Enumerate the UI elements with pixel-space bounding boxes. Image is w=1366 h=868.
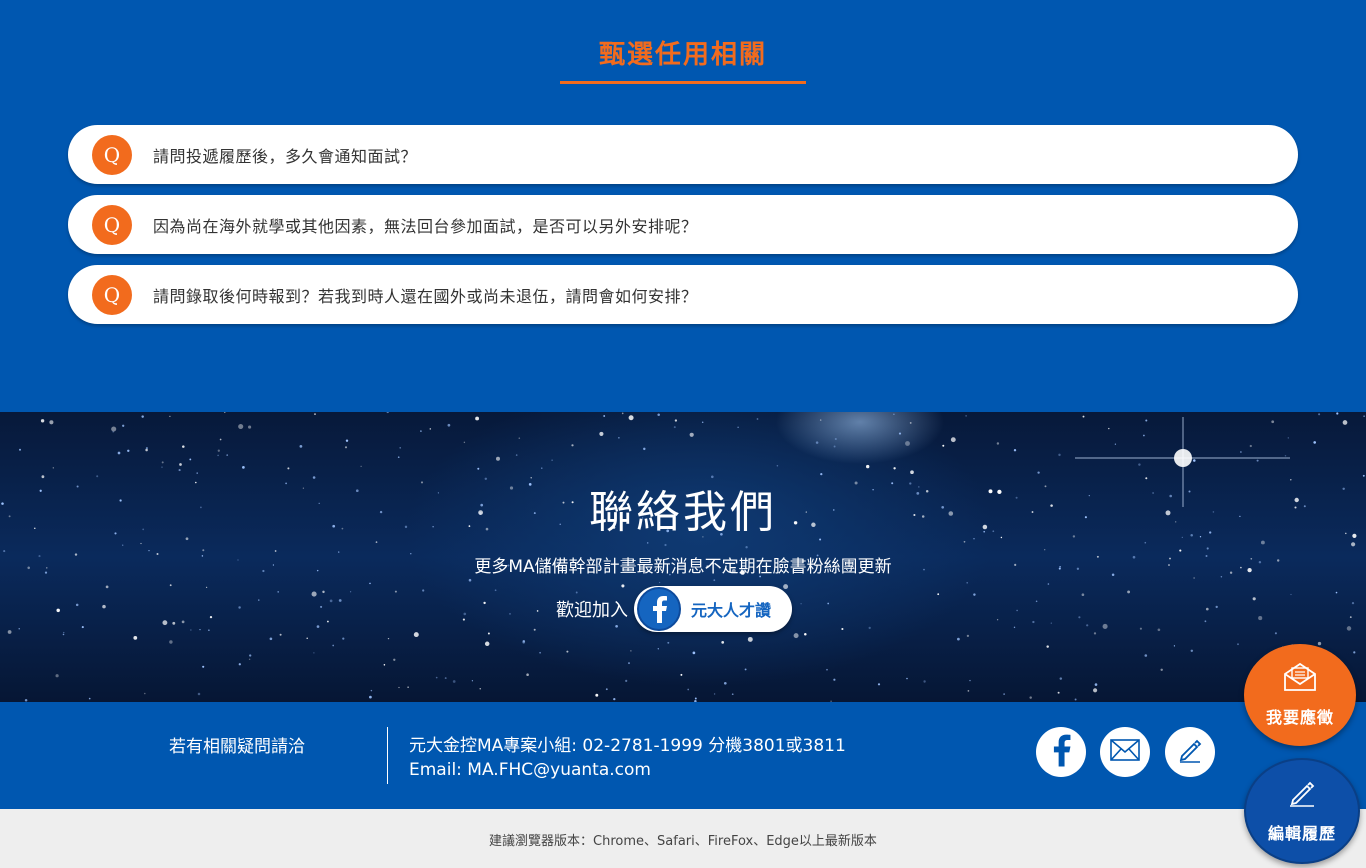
contact-section: 聯絡我們 更多MA儲備幹部計畫最新消息不定期在臉書粉絲團更新 歡迎加入 元大人才… (0, 412, 1366, 702)
edit-link[interactable] (1165, 727, 1215, 777)
pencil-icon (1287, 778, 1317, 812)
contact-info-bar: 若有相關疑問請洽 元大金控MA專案小組: 02-2781-1999 分機3801… (0, 702, 1366, 809)
facebook-icon (637, 587, 681, 631)
q-badge-icon: Q (92, 204, 132, 245)
contact-subtitle: 更多MA儲備幹部計畫最新消息不定期在臉書粉絲團更新 (474, 557, 892, 577)
facebook-page-button[interactable]: 元大人才讚 (634, 586, 792, 632)
edit-resume-button[interactable]: 編輯履歷 (1244, 758, 1360, 864)
facebook-join-row: 歡迎加入 元大人才讚 (556, 586, 792, 632)
info-divider (387, 727, 388, 784)
q-badge-icon: Q (92, 134, 132, 175)
edit-resume-label: 編輯履歷 (1267, 824, 1336, 843)
faq-question: 請問投遞履歷後，多久會通知面試？ (153, 146, 418, 166)
join-label: 歡迎加入 (556, 600, 628, 621)
footer: 建議瀏覽器版本：Chrome、Safari、FireFox、Edge以上最新版本 (0, 809, 1366, 868)
facebook-icon (1048, 733, 1074, 771)
q-badge-icon: Q (92, 274, 132, 315)
facebook-link[interactable] (1036, 727, 1086, 777)
faq-section: 甄選任用相關 Q 請問投遞履歷後，多久會通知面試？ Q 因為尚在海外就學或其他因… (0, 0, 1366, 412)
email-info[interactable]: Email: MA.FHC@yuanta.com (409, 760, 651, 780)
faq-title-underline (560, 81, 806, 84)
browser-note: 建議瀏覽器版本：Chrome、Safari、FireFox、Edge以上最新版本 (489, 834, 877, 849)
faq-question: 因為尚在海外就學或其他因素，無法回台參加面試，是否可以另外安排呢？ (153, 216, 698, 236)
faq-item[interactable]: Q 因為尚在海外就學或其他因素，無法回台參加面試，是否可以另外安排呢？ (68, 195, 1298, 254)
faq-section-title: 甄選任用相關 (598, 40, 767, 70)
pencil-icon (1176, 736, 1204, 768)
faq-item[interactable]: Q 請問錄取後何時報到？若我到時人還在國外或尚未退伍，請問會如何安排？ (68, 265, 1298, 324)
phone-info: 元大金控MA專案小組: 02-2781-1999 分機3801或3811 (409, 736, 846, 756)
envelope-open-icon (1283, 662, 1317, 696)
contact-title: 聯絡我們 (589, 487, 777, 538)
apply-button[interactable]: 我要應徵 (1244, 644, 1356, 746)
mail-link[interactable] (1100, 727, 1150, 777)
mail-icon (1110, 739, 1140, 765)
faq-question: 請問錄取後何時報到？若我到時人還在國外或尚未退伍，請問會如何安排？ (153, 286, 698, 306)
inquiry-label: 若有相關疑問請洽 (169, 737, 305, 757)
apply-button-label: 我要應徵 (1265, 708, 1334, 727)
faq-item[interactable]: Q 請問投遞履歷後，多久會通知面試？ (68, 125, 1298, 184)
facebook-page-label: 元大人才讚 (691, 601, 772, 620)
